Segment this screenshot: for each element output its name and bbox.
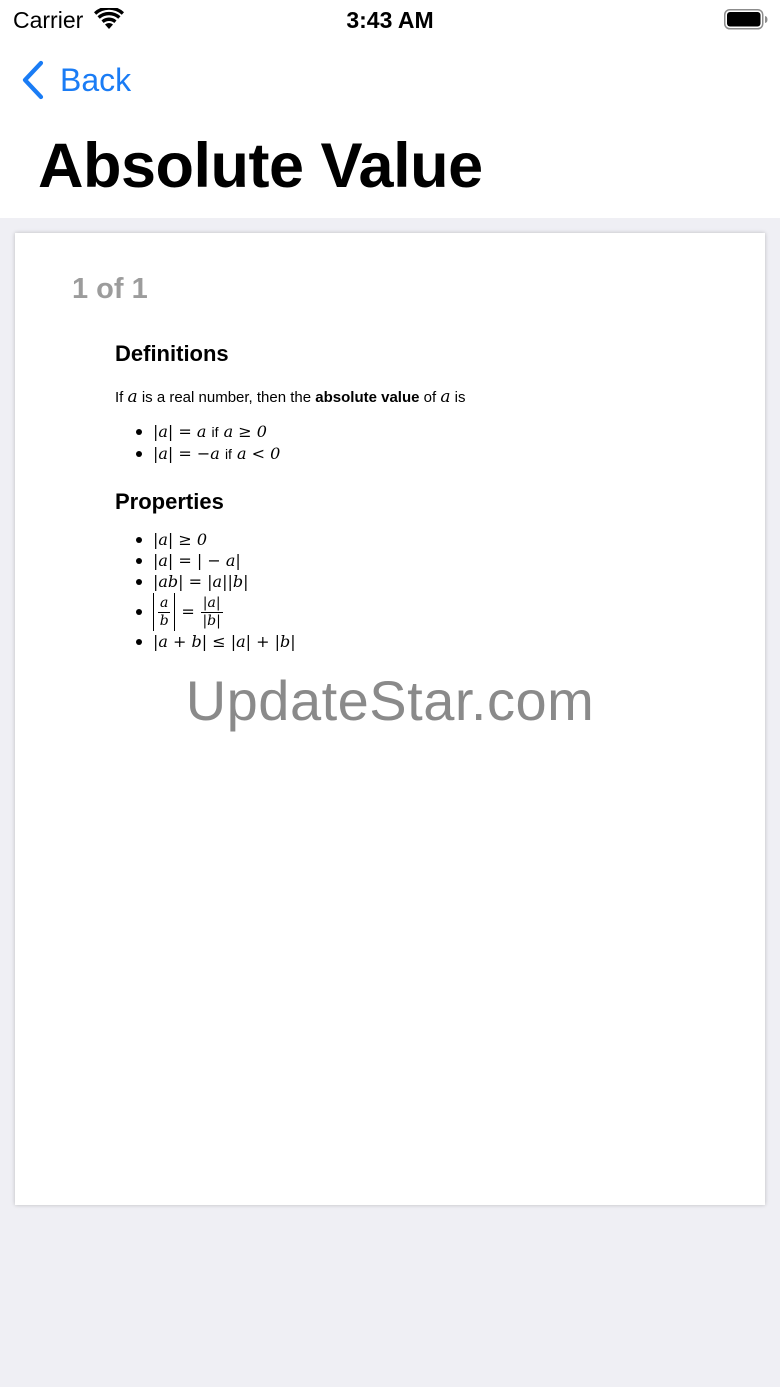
definition-cond-word: if (224, 446, 232, 462)
navigation-header: Carrier 3:43 AM Back Absolute Value (0, 0, 780, 218)
intro-variable-a-2: a (440, 387, 451, 407)
definition-cond: a ≥ 0 (223, 422, 267, 441)
page-counter: 1 of 1 (72, 273, 148, 305)
definition-item: |a| = −a if a < 0 (115, 443, 715, 465)
fraction-rhs: |a| |b| (200, 594, 223, 630)
property-item: |a| = | − a| (115, 550, 715, 571)
status-bar: Carrier 3:43 AM (0, 0, 780, 40)
intro-text-4: is (450, 389, 466, 406)
fraction-rhs-denominator: |b| (202, 612, 221, 629)
battery-icon (724, 9, 768, 30)
definition-cond: a < 0 (237, 444, 281, 463)
property-item: |a| ≥ 0 (115, 529, 715, 550)
fraction-denominator: b (159, 612, 169, 629)
intro-text-2: is a real number, then the (137, 389, 316, 406)
fraction-rhs-numerator: |a| (200, 594, 223, 613)
definition-item: |a| = a if a ≥ 0 (115, 421, 715, 443)
clock-time: 3:43 AM (346, 7, 434, 33)
intro-variable-a: a (127, 387, 138, 407)
properties-list: |a| ≥ 0 |a| = | − a| |ab| = |a||b| a b =… (115, 529, 715, 652)
intro-bold-term: absolute value (315, 389, 420, 406)
watermark: UpdateStar.com (185, 669, 595, 732)
intro-text-3: of (419, 389, 441, 406)
definition-intro: If a is a real number, then the absolute… (115, 387, 715, 407)
fraction: a b (158, 594, 171, 630)
properties-heading: Properties (115, 489, 224, 514)
intro-text-1: If (115, 389, 128, 406)
page-title: Absolute Value (38, 131, 483, 201)
property-text: |ab| = |a||b| (153, 572, 249, 591)
chevron-left-icon (22, 60, 44, 100)
property-item: |a + b| ≤ |a| + |b| (115, 631, 715, 652)
definitions-heading: Definitions (115, 341, 229, 366)
document-content: Definitions If a is a real number, then … (115, 341, 715, 652)
property-item-fraction: a b = |a| |b| (115, 592, 715, 631)
property-item: |ab| = |a||b| (115, 571, 715, 592)
definition-lhs: |a| = −a (153, 444, 220, 463)
back-label: Back (60, 61, 132, 98)
back-button[interactable]: Back (20, 58, 131, 102)
definition-lhs: |a| = a (153, 422, 207, 441)
definitions-list: |a| = a if a ≥ 0 |a| = −a if a < 0 (115, 421, 715, 465)
equals-sign: = (181, 602, 195, 621)
fraction-expression: a b = |a| |b| (153, 593, 715, 631)
fraction-numerator: a (158, 594, 171, 613)
property-text: |a| = | − a| (153, 551, 241, 570)
property-text: |a + b| ≤ |a| + |b| (153, 632, 296, 651)
absolute-fraction: a b (153, 593, 176, 631)
property-text: |a| ≥ 0 (153, 530, 208, 549)
definition-cond-word: if (211, 424, 219, 440)
